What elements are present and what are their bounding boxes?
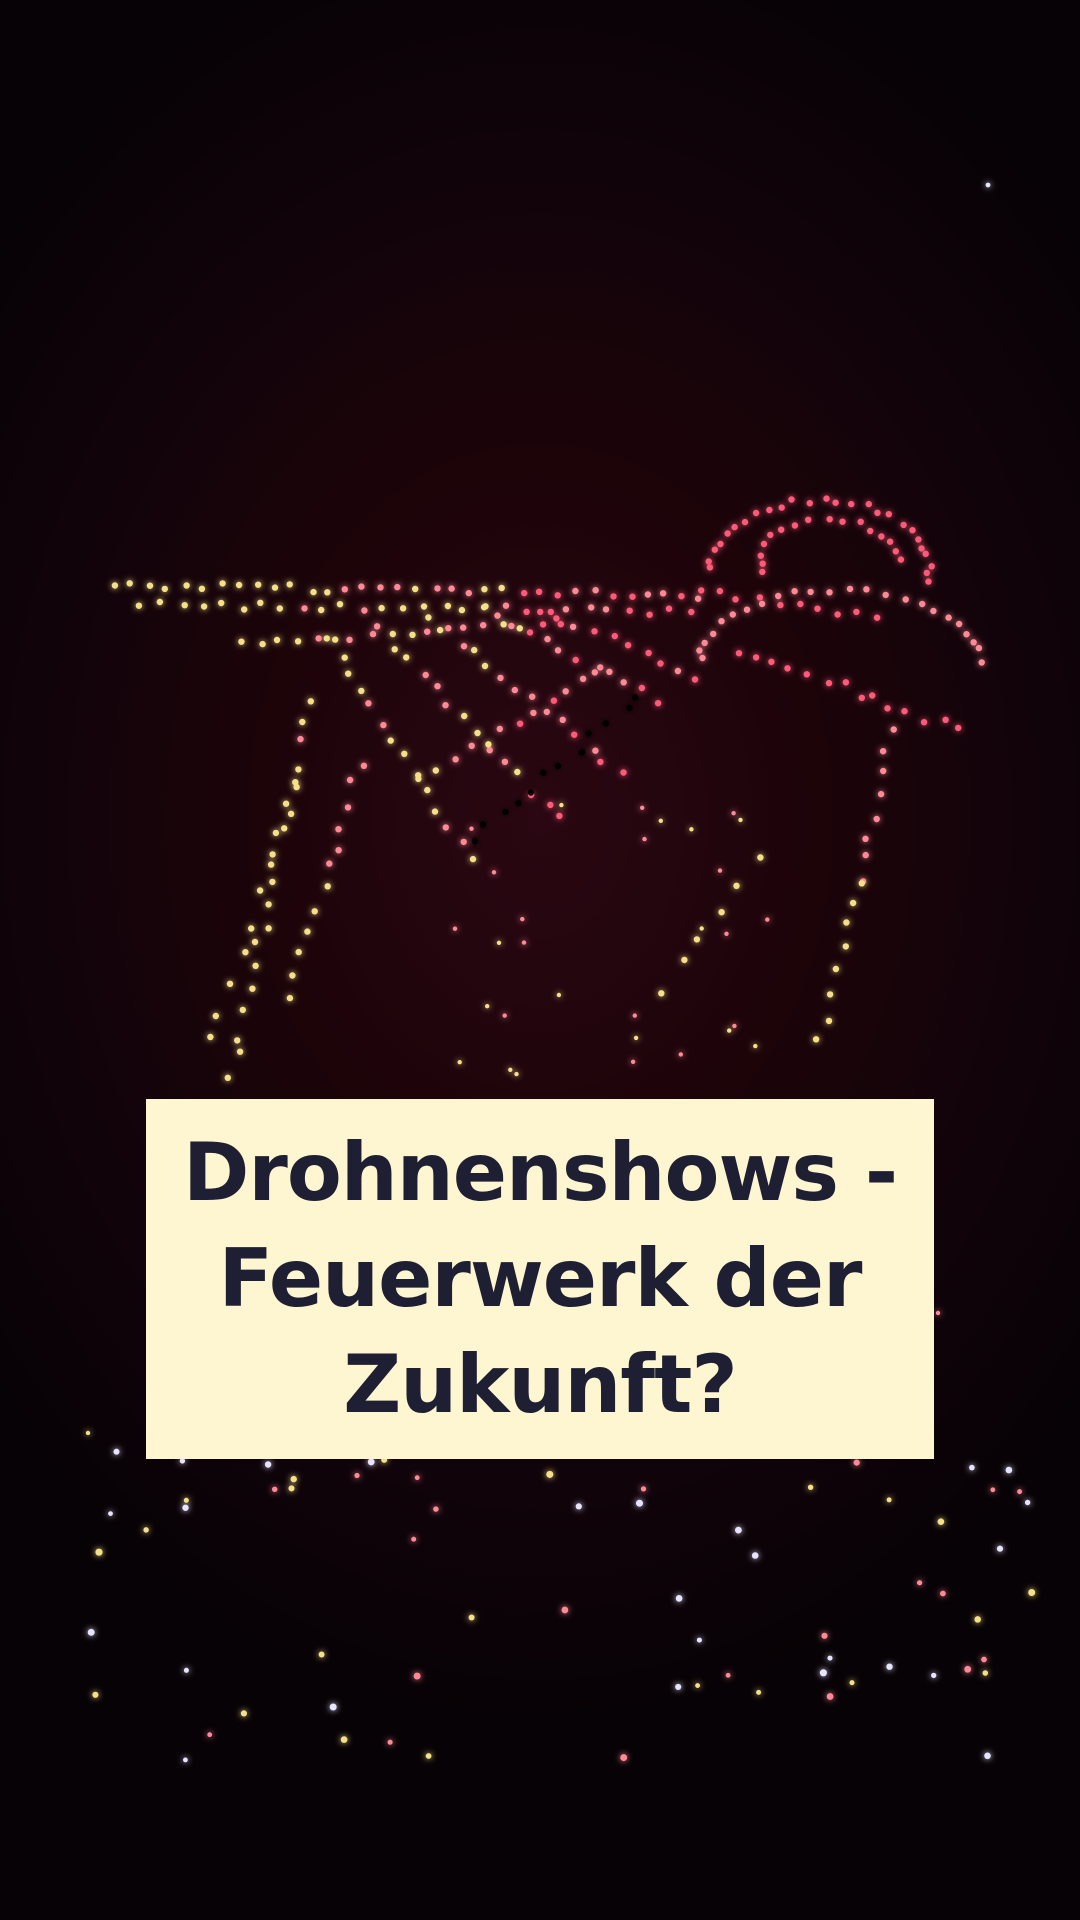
drone-lights (85, 182, 1036, 1763)
drone-show-photo: Drohnenshows - Feuerwerk der Zukunft? (0, 0, 1080, 1920)
drone-show-image (85, 182, 1036, 1763)
caption-title: Drohnenshows - Feuerwerk der Zukunft? (182, 1126, 898, 1431)
caption-box: Drohnenshows - Feuerwerk der Zukunft? (146, 1099, 934, 1459)
